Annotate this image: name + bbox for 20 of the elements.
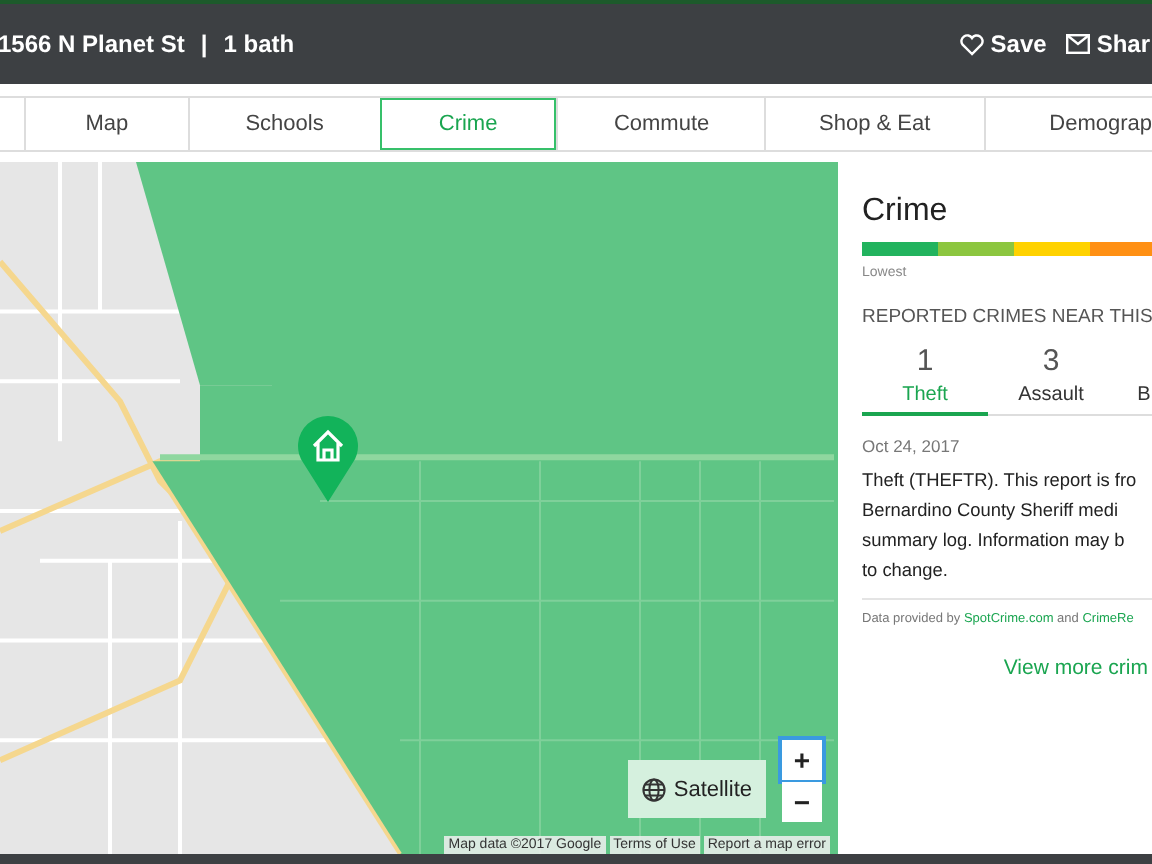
offense-tab[interactable]: 1 Theft bbox=[862, 344, 988, 416]
title-separator: | bbox=[200, 30, 208, 58]
address-title: 1566 N Planet St bbox=[0, 30, 185, 58]
offense-tab[interactable]: 3 Assault bbox=[988, 344, 1114, 416]
zoom-out-button[interactable]: − bbox=[782, 782, 822, 822]
tab[interactable]: Demograp bbox=[983, 98, 1152, 150]
save-button[interactable]: Save bbox=[960, 30, 1047, 58]
share-button[interactable]: Shar bbox=[1066, 30, 1150, 58]
envelope-icon bbox=[1066, 34, 1091, 54]
section-heading: REPORTED CRIMES NEAR THIS bbox=[862, 306, 1152, 328]
globe-icon bbox=[641, 777, 666, 801]
house-pin-icon[interactable] bbox=[296, 412, 360, 504]
heart-icon bbox=[960, 33, 985, 55]
zoom-in-button[interactable]: + bbox=[782, 740, 822, 780]
report-text: Theft (THEFTR). This report is fro Bernardino County Sheriff medi summary log. Information may b to change. bbox=[862, 466, 1152, 600]
panel-title: Crime bbox=[862, 194, 948, 230]
satellite-button[interactable]: Satellite bbox=[627, 760, 766, 818]
report-date: Oct 24, 2017 bbox=[862, 436, 960, 456]
offense-tab[interactable]: B bbox=[1114, 344, 1152, 416]
bath-count: 1 bath bbox=[223, 30, 295, 58]
